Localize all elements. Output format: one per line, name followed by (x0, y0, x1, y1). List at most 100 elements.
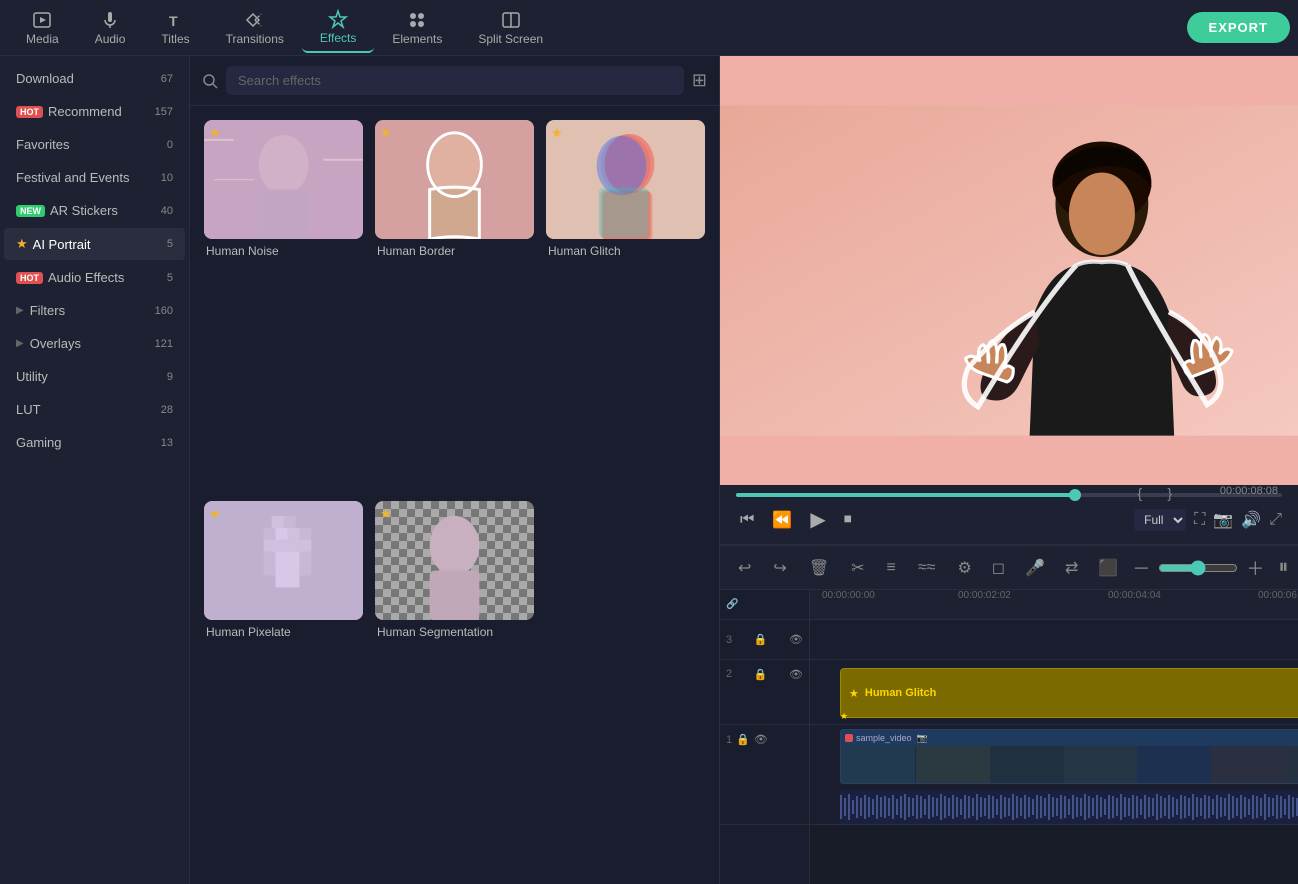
quality-select[interactable]: Full (1134, 509, 1186, 531)
nav-split-screen[interactable]: Split Screen (460, 4, 561, 52)
track-3-eye[interactable]: 👁 (789, 633, 803, 646)
progress-thumb[interactable] (1069, 489, 1081, 501)
track-1-eye[interactable]: 👁 (754, 733, 768, 746)
sidebar-item-lut[interactable]: LUT 28 (4, 394, 185, 425)
delete-button[interactable]: 🗑 (803, 554, 835, 582)
effect-name-human-border: Human Border (375, 239, 534, 260)
track-label-1: 1 🔒 👁 (720, 725, 809, 825)
waveform-button[interactable]: ≈≈ (912, 555, 942, 581)
track-3-row[interactable] (810, 620, 1298, 660)
track-1-row[interactable]: sample_video 📷 (810, 725, 1298, 825)
mic-button[interactable]: 🎤 (1019, 554, 1051, 582)
nav-effects[interactable]: Effects (302, 3, 374, 53)
track-2-row[interactable]: ★ Human Glitch ★ (810, 660, 1298, 725)
sidebar-item-utility[interactable]: Utility 9 (4, 361, 185, 392)
nav-transitions[interactable]: Transitions (208, 4, 302, 52)
undo-button[interactable]: ↩ (732, 554, 757, 582)
effect-thumb-human-pixelate: ★ (204, 501, 363, 620)
effect-name-human-noise: Human Noise (204, 239, 363, 260)
nav-audio[interactable]: Audio (77, 4, 144, 52)
sidebar-item-recommend[interactable]: HOT Recommend 157 (4, 96, 185, 127)
effect-thumb-human-glitch: ★ (546, 120, 705, 239)
volume-icon[interactable]: 🔊 (1241, 510, 1261, 530)
sidebar-item-download[interactable]: Download 67 (4, 63, 185, 94)
track-2-number: 2 (726, 668, 732, 680)
video-clip-left[interactable]: sample_video 📷 (840, 729, 1298, 784)
fullscreen-icon[interactable]: ⤢ (1269, 511, 1282, 529)
clip-left-label: sample_video (856, 733, 912, 743)
effect-thumb-human-segmentation: ★ (375, 501, 534, 620)
audio-waveform-strip: // We'll draw in the SVG directly (840, 790, 1298, 824)
progress-bar[interactable]: { } 00:00:08:08 (736, 493, 1282, 497)
screenshot-icon[interactable]: 📷 (1213, 510, 1233, 530)
effect-crown: ★ (840, 711, 848, 722)
sidebar: Download 67 HOT Recommend 157 Favorites … (0, 56, 190, 884)
redo-button[interactable]: ↪ (767, 554, 792, 582)
fit-screen-icon[interactable]: ⛶ (1194, 511, 1205, 529)
bracket-in[interactable]: { (1137, 485, 1142, 501)
effect-name-human-pixelate: Human Pixelate (204, 620, 363, 641)
nav-elements[interactable]: Elements (374, 4, 460, 52)
audio-adjust-button[interactable]: ≡ (881, 555, 902, 581)
sidebar-item-audio-effects[interactable]: HOT Audio Effects 5 (4, 262, 185, 293)
effect-card-human-segmentation[interactable]: ★ Human Segmentation (375, 501, 534, 870)
track-1-lock[interactable]: 🔒 (736, 733, 750, 746)
cut-button[interactable]: ✂ (845, 554, 870, 582)
sidebar-item-overlays[interactable]: ▶ Overlays 121 (4, 328, 185, 359)
svg-text:T: T (169, 13, 178, 29)
caption-button[interactable]: ⬛ (1092, 554, 1124, 582)
timeline-ruler: 00:00:00:00 00:00:02:02 00:00:04:04 00:0… (810, 590, 1298, 620)
sidebar-item-ar-stickers[interactable]: NEW AR Stickers 40 (4, 195, 185, 226)
search-icon (202, 73, 218, 89)
transition-button[interactable]: ⇄ (1059, 554, 1084, 582)
link-icon[interactable]: 🔗 (726, 599, 738, 610)
preview-panel: { } 00:00:08:08 ⏮ ⏪ ▶ ⏹ Full ⛶ 📷 (720, 56, 1298, 544)
track-2-eye[interactable]: 👁 (789, 668, 803, 681)
top-nav: Media Audio T Titles Transitions Effects… (0, 0, 1298, 56)
effect-clip-human-glitch[interactable]: ★ Human Glitch (840, 668, 1298, 718)
preview-video (720, 56, 1298, 485)
effect-card-human-pixelate[interactable]: ★ Hum (204, 501, 363, 870)
stop-button[interactable]: ⏹ (840, 507, 856, 533)
skip-back-frame-button[interactable]: ⏮ (736, 507, 758, 533)
track-3-lock[interactable]: 🔒 (754, 633, 768, 646)
track-label-3: 3 🔒 👁 (720, 620, 809, 660)
effects-panel: ⊞ ★ Human Noi (190, 56, 720, 884)
sidebar-item-gaming[interactable]: Gaming 13 (4, 427, 185, 458)
sidebar-item-filters[interactable]: ▶ Filters 160 (4, 295, 185, 326)
main-area: Download 67 HOT Recommend 157 Favorites … (0, 56, 1298, 884)
mask-button[interactable]: ◻ (986, 554, 1011, 582)
effect-name-human-glitch: Human Glitch (546, 239, 705, 260)
sidebar-item-festival[interactable]: Festival and Events 10 (4, 162, 185, 193)
zoom-slider[interactable] (1158, 560, 1238, 576)
ruler-mark-2: 00:00:04:04 (1108, 590, 1161, 601)
effect-card-human-border[interactable]: ★ Human Border (375, 120, 534, 489)
export-button[interactable]: EXPORT (1187, 12, 1290, 43)
zoom-in-button[interactable]: ＋ (1246, 555, 1264, 581)
sidebar-item-ai-portrait[interactable]: ★ AI Portrait 5 (4, 228, 185, 260)
search-bar: ⊞ (190, 56, 719, 106)
preview-controls: { } 00:00:08:08 ⏮ ⏪ ▶ ⏹ Full ⛶ 📷 (720, 485, 1298, 544)
step-back-button[interactable]: ⏪ (768, 506, 796, 534)
search-input[interactable] (226, 66, 684, 95)
bracket-out[interactable]: } (1167, 485, 1172, 501)
nav-titles[interactable]: T Titles (143, 4, 207, 52)
sidebar-item-favorites[interactable]: Favorites 0 (4, 129, 185, 160)
timeline: ↩ ↪ 🗑 ✂ ≡ ≈≈ ⚙ ◻ 🎤 ⇄ ⬛ － ＋ ⏸ (720, 544, 1298, 884)
ruler-mark-3: 00:00:06:06 (1258, 590, 1298, 601)
settings-button[interactable]: ⚙ (951, 554, 977, 582)
nav-media[interactable]: Media (8, 4, 77, 52)
zoom-out-button[interactable]: － (1132, 555, 1150, 581)
effect-card-human-glitch[interactable]: ★ Human Glitch (546, 120, 705, 489)
effect-card-human-noise[interactable]: ★ Human Noise (204, 120, 363, 489)
playback-controls: ⏮ ⏪ ▶ ⏹ Full ⛶ 📷 🔊 ⤢ (736, 503, 1282, 536)
play-button[interactable]: ▶ (806, 503, 829, 536)
progress-fill (736, 493, 1075, 497)
effect-clip-label: Human Glitch (865, 687, 937, 699)
ruler-mark-1: 00:00:02:02 (958, 590, 1011, 601)
timeline-toolbar: ↩ ↪ 🗑 ✂ ≡ ≈≈ ⚙ ◻ 🎤 ⇄ ⬛ － ＋ ⏸ (720, 546, 1298, 590)
pause-timeline-button[interactable]: ⏸ (1272, 552, 1294, 583)
track-2-lock[interactable]: 🔒 (754, 668, 768, 681)
grid-view-icon[interactable]: ⊞ (692, 70, 707, 91)
effect-thumb-human-noise: ★ (204, 120, 363, 239)
